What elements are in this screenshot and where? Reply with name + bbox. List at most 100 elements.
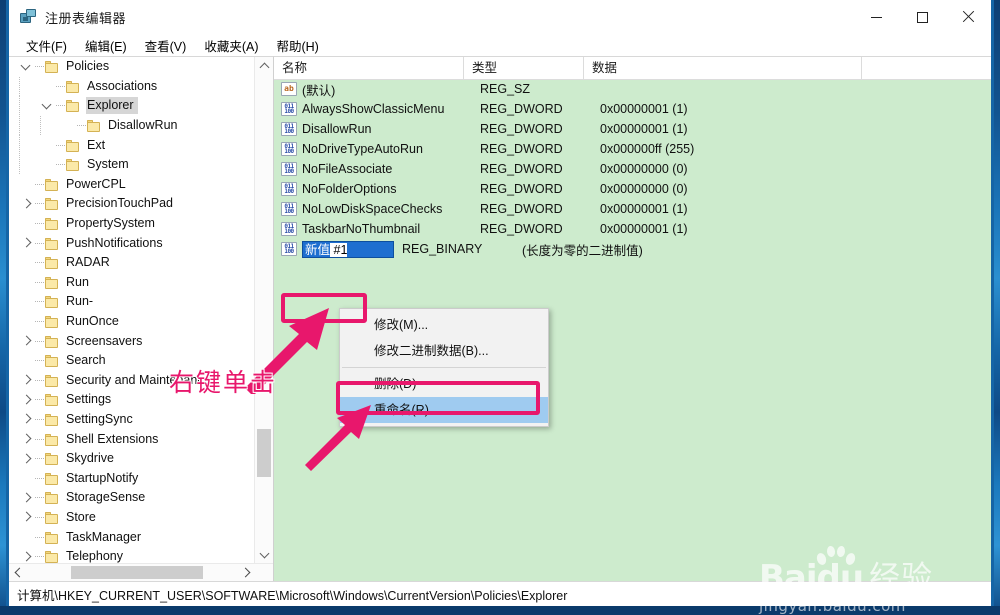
tree-item-settings[interactable]: Settings [9, 390, 255, 410]
tree-item-explorer[interactable]: Explorer [9, 96, 255, 116]
tree-item-telephony[interactable]: Telephony [9, 547, 255, 564]
chevron-right-icon[interactable] [19, 451, 35, 467]
list-column-headers: 名称 类型 数据 [274, 57, 991, 80]
tree-item-run-[interactable]: Run- [9, 292, 255, 312]
value-row[interactable]: 011 100 NoFolderOptions REG_DWORD 0x00000000… [274, 179, 991, 199]
tree-item-runonce[interactable]: RunOnce [9, 312, 255, 332]
tree-twisty-spacer [19, 314, 35, 330]
chevron-down-icon[interactable] [40, 98, 56, 114]
value-data: 0x00000001 (1) [600, 202, 688, 216]
tree-item-skydrive[interactable]: Skydrive [9, 449, 255, 469]
tree-item-label: RADAR [66, 255, 110, 270]
chevron-right-icon[interactable] [19, 196, 35, 212]
tree-vertical-scrollbar[interactable] [254, 57, 273, 564]
close-button[interactable] [945, 0, 991, 34]
tree-horizontal-scrollbar[interactable] [9, 563, 273, 581]
registry-tree[interactable]: Policies Associations Explorer DisallowRun E… [9, 57, 255, 564]
tree-item-disallowrun[interactable]: DisallowRun [9, 115, 255, 136]
chevron-right-icon[interactable] [19, 509, 35, 525]
tree-item-run[interactable]: Run [9, 273, 255, 293]
tree-item-store[interactable]: Store [9, 508, 255, 528]
value-type: REG_BINARY [402, 242, 483, 256]
tree-item-settingsync[interactable]: SettingSync [9, 410, 255, 430]
value-row[interactable]: 011 100 DisallowRun REG_DWORD 0x00000001 (1) [274, 119, 991, 139]
tree-guide-dash [35, 183, 44, 185]
menu-file[interactable]: 文件(F) [17, 34, 76, 57]
context-menu-rename[interactable]: 重命名(R) [340, 397, 548, 423]
chevron-right-icon[interactable] [19, 333, 35, 349]
dword-value-icon: 011 100 [281, 162, 297, 176]
window-controls [853, 0, 991, 34]
tree-scroll-down-button[interactable] [255, 546, 273, 564]
tree-item-system[interactable]: System [9, 154, 255, 175]
tree-item-storagesense[interactable]: StorageSense [9, 488, 255, 508]
status-bar: 计算机\HKEY_CURRENT_USER\SOFTWARE\Microsoft… [9, 581, 991, 606]
close-icon [962, 11, 974, 23]
tree-item-precisiontouchpad[interactable]: PrecisionTouchPad [9, 194, 255, 214]
chevron-right-icon[interactable] [19, 549, 35, 564]
menu-help[interactable]: 帮助(H) [267, 34, 327, 57]
column-header-data[interactable]: 数据 [584, 57, 862, 79]
tree-indent [9, 96, 40, 116]
chevron-right-icon[interactable] [19, 411, 35, 427]
folder-icon [65, 139, 81, 152]
minimize-button[interactable] [853, 0, 899, 34]
tree-item-policies[interactable]: Policies [9, 57, 255, 77]
context-menu[interactable]: 修改(M)... 修改二进制数据(B)... 删除(D) 重命名(R) [339, 308, 549, 427]
menu-favorites[interactable]: 收藏夹(A) [195, 34, 267, 57]
tree-item-associations[interactable]: Associations [9, 76, 255, 97]
chevron-right-icon[interactable] [19, 392, 35, 408]
tree-guide-dash [35, 556, 44, 558]
value-row[interactable]: 011 100 NoFileAssociate REG_DWORD 0x00000000… [274, 159, 991, 179]
tree-item-security-and-maintenance[interactable]: Security and Maintenance [9, 371, 255, 391]
tree-vertical-scroll-thumb[interactable] [257, 429, 271, 477]
value-row[interactable]: 011 100 新值 #1 REG_BINARY (长度为零的二进制值) [274, 239, 991, 259]
value-row[interactable]: 011 100 NoDriveTypeAutoRun REG_DWORD 0x00000… [274, 139, 991, 159]
chevron-right-icon[interactable] [19, 235, 35, 251]
chevron-down-icon[interactable] [19, 59, 35, 75]
value-data: 0x00000001 (1) [600, 102, 688, 116]
value-name[interactable]: 新值 #1 [302, 240, 394, 258]
chevron-right-icon[interactable] [19, 490, 35, 506]
tree-guide-dash [35, 242, 44, 244]
folder-icon [44, 491, 60, 505]
tree-item-ext[interactable]: Ext [9, 135, 255, 155]
folder-icon [44, 550, 60, 564]
tree-scroll-left-button[interactable] [9, 564, 26, 581]
tree-scroll-up-button[interactable] [255, 57, 273, 75]
value-row[interactable]: ab (默认) REG_SZ [274, 79, 991, 99]
tree-item-taskmanager[interactable]: TaskManager [9, 527, 255, 547]
tree-item-label: PowerCPL [66, 176, 126, 191]
column-header-type[interactable]: 类型 [464, 57, 584, 79]
tree-scroll-right-button[interactable] [238, 564, 255, 581]
tree-twisty-spacer [40, 78, 56, 94]
maximize-button[interactable] [899, 0, 945, 34]
tree-item-radar[interactable]: RADAR [9, 253, 255, 273]
menu-view[interactable]: 查看(V) [136, 34, 196, 57]
context-menu-delete[interactable]: 删除(D) [340, 371, 548, 397]
context-menu-modify[interactable]: 修改(M)... [340, 312, 548, 338]
context-menu-modify-binary[interactable]: 修改二进制数据(B)... [340, 338, 548, 364]
tree-item-shell-extensions[interactable]: Shell Extensions [9, 429, 255, 449]
column-header-name[interactable]: 名称 [274, 57, 464, 79]
tree-item-screensavers[interactable]: Screensavers [9, 331, 255, 351]
value-row[interactable]: 011 100 NoLowDiskSpaceChecks REG_DWORD 0x000… [274, 199, 991, 219]
chevron-right-icon[interactable] [19, 372, 35, 388]
value-type: REG_DWORD [480, 222, 563, 236]
menu-edit[interactable]: 编辑(E) [76, 34, 136, 57]
tree-item-search[interactable]: Search [9, 351, 255, 371]
chevron-right-icon[interactable] [19, 431, 35, 447]
tree-item-pushnotifications[interactable]: PushNotifications [9, 233, 255, 253]
value-row[interactable]: 011 100 AlwaysShowClassicMenu REG_DWORD 0x00… [274, 99, 991, 119]
chevron-down-icon [259, 548, 269, 559]
tree-item-startupnotify[interactable]: StartupNotify [9, 468, 255, 488]
tree-item-propertysystem[interactable]: PropertySystem [9, 214, 255, 234]
tree-item-label: Telephony [66, 549, 123, 564]
tree-horizontal-scroll-thumb[interactable] [71, 566, 203, 579]
folder-icon [44, 237, 60, 250]
tree-item-powercpl[interactable]: PowerCPL [9, 175, 255, 195]
tree-item-label: Run- [66, 294, 94, 309]
value-row[interactable]: 011 100 TaskbarNoThumbnail REG_DWORD 0x00000… [274, 219, 991, 239]
